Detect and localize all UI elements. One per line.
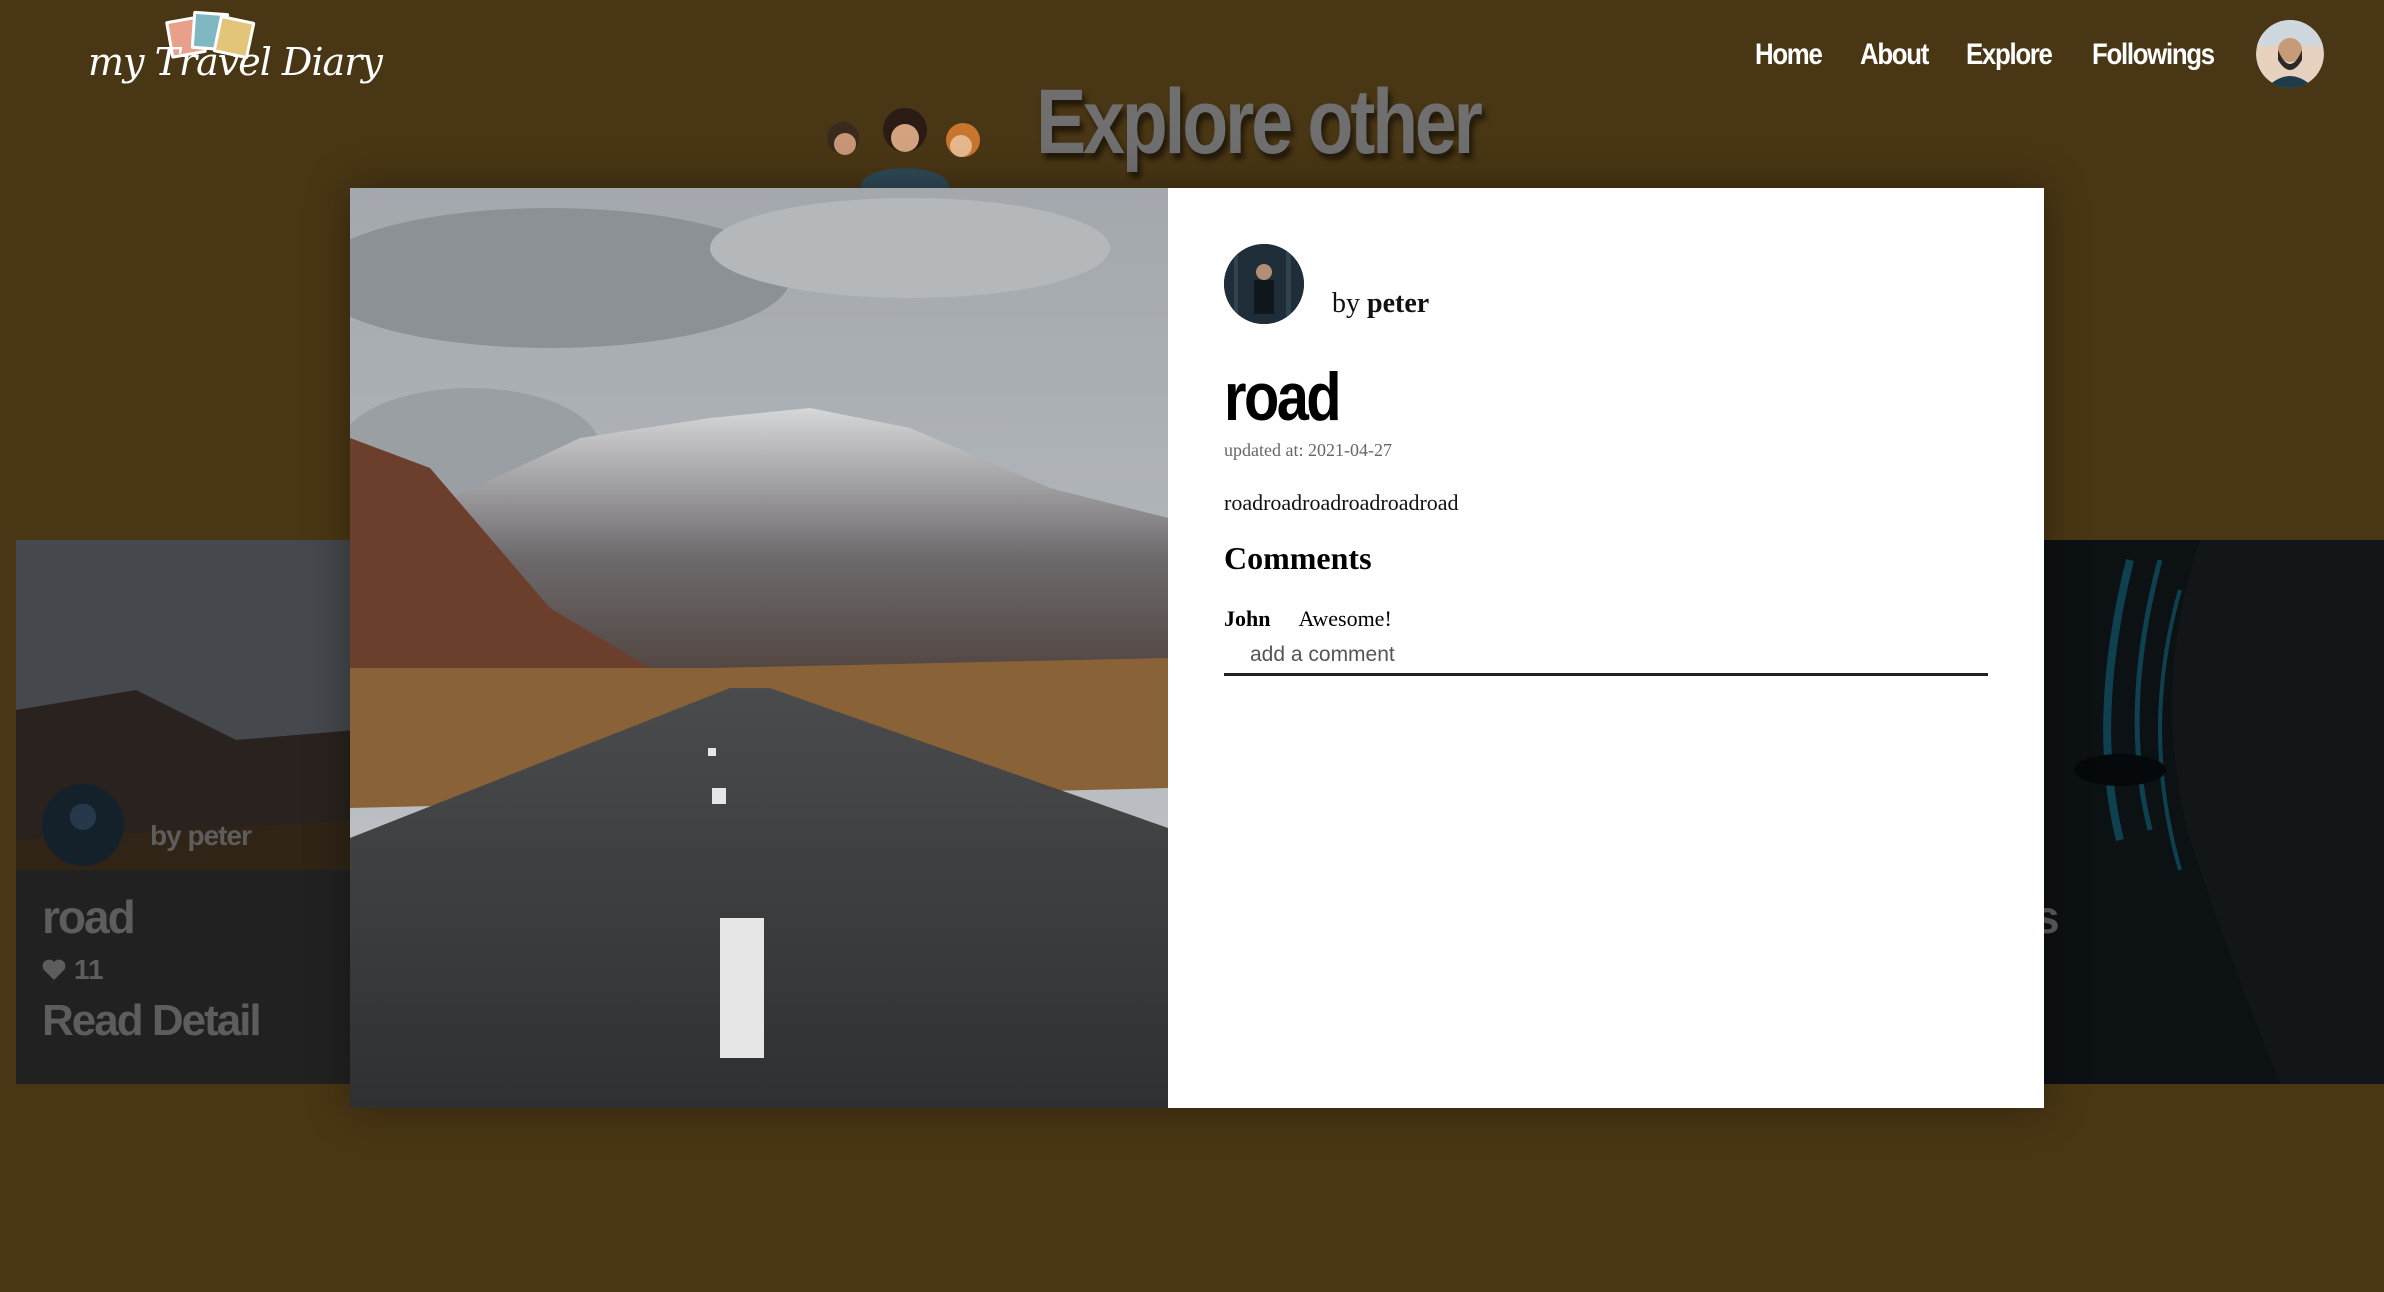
heart-icon bbox=[42, 959, 66, 980]
comment-item: John Awesome! bbox=[1224, 606, 1392, 632]
post-detail-panel: by peter road updated at: 2021-04-27 roa… bbox=[1168, 188, 2044, 1108]
card-author-avatar bbox=[42, 784, 124, 866]
nav-home[interactable]: Home bbox=[1755, 38, 1823, 72]
post-detail-modal: by peter road updated at: 2021-04-27 roa… bbox=[350, 188, 2044, 1108]
logo-text: my Travel Diary bbox=[88, 40, 383, 84]
nav-about[interactable]: About bbox=[1860, 38, 1929, 72]
site-logo[interactable]: my Travel Diary bbox=[88, 10, 383, 94]
comment-author: John bbox=[1224, 606, 1271, 631]
card-title: road bbox=[42, 891, 136, 943]
nav-explore[interactable]: Explore bbox=[1966, 38, 2053, 72]
comments-heading: Comments bbox=[1224, 540, 1372, 576]
comment-input[interactable] bbox=[1224, 636, 1988, 676]
post-image bbox=[350, 188, 1168, 1108]
post-card-left[interactable]: by peter road 11 Read Detail bbox=[16, 540, 356, 1084]
post-title: road bbox=[1224, 359, 1342, 435]
post-updated-date: updated at: 2021-04-27 bbox=[1224, 440, 1392, 460]
comment-text: Awesome! bbox=[1298, 606, 1392, 631]
main-nav: Home About Explore Followings bbox=[1755, 38, 2234, 72]
user-avatar-icon[interactable] bbox=[2256, 20, 2324, 88]
nav-followings[interactable]: Followings bbox=[2092, 38, 2215, 72]
author-avatar[interactable] bbox=[1224, 244, 1304, 324]
read-detail-link[interactable]: Read Detail bbox=[42, 996, 262, 1046]
post-content: roadroadroadroadroadroad bbox=[1224, 490, 1459, 515]
post-card-right[interactable]: s bbox=[2040, 540, 2384, 1084]
page-title: Explore other bbox=[1036, 71, 1483, 173]
author-byline: by peter bbox=[1332, 288, 1430, 319]
people-illustration-icon bbox=[815, 100, 995, 204]
card-likes: 11 bbox=[42, 954, 104, 986]
card-author: by peter bbox=[150, 820, 252, 851]
author-name[interactable]: peter bbox=[1367, 288, 1429, 319]
